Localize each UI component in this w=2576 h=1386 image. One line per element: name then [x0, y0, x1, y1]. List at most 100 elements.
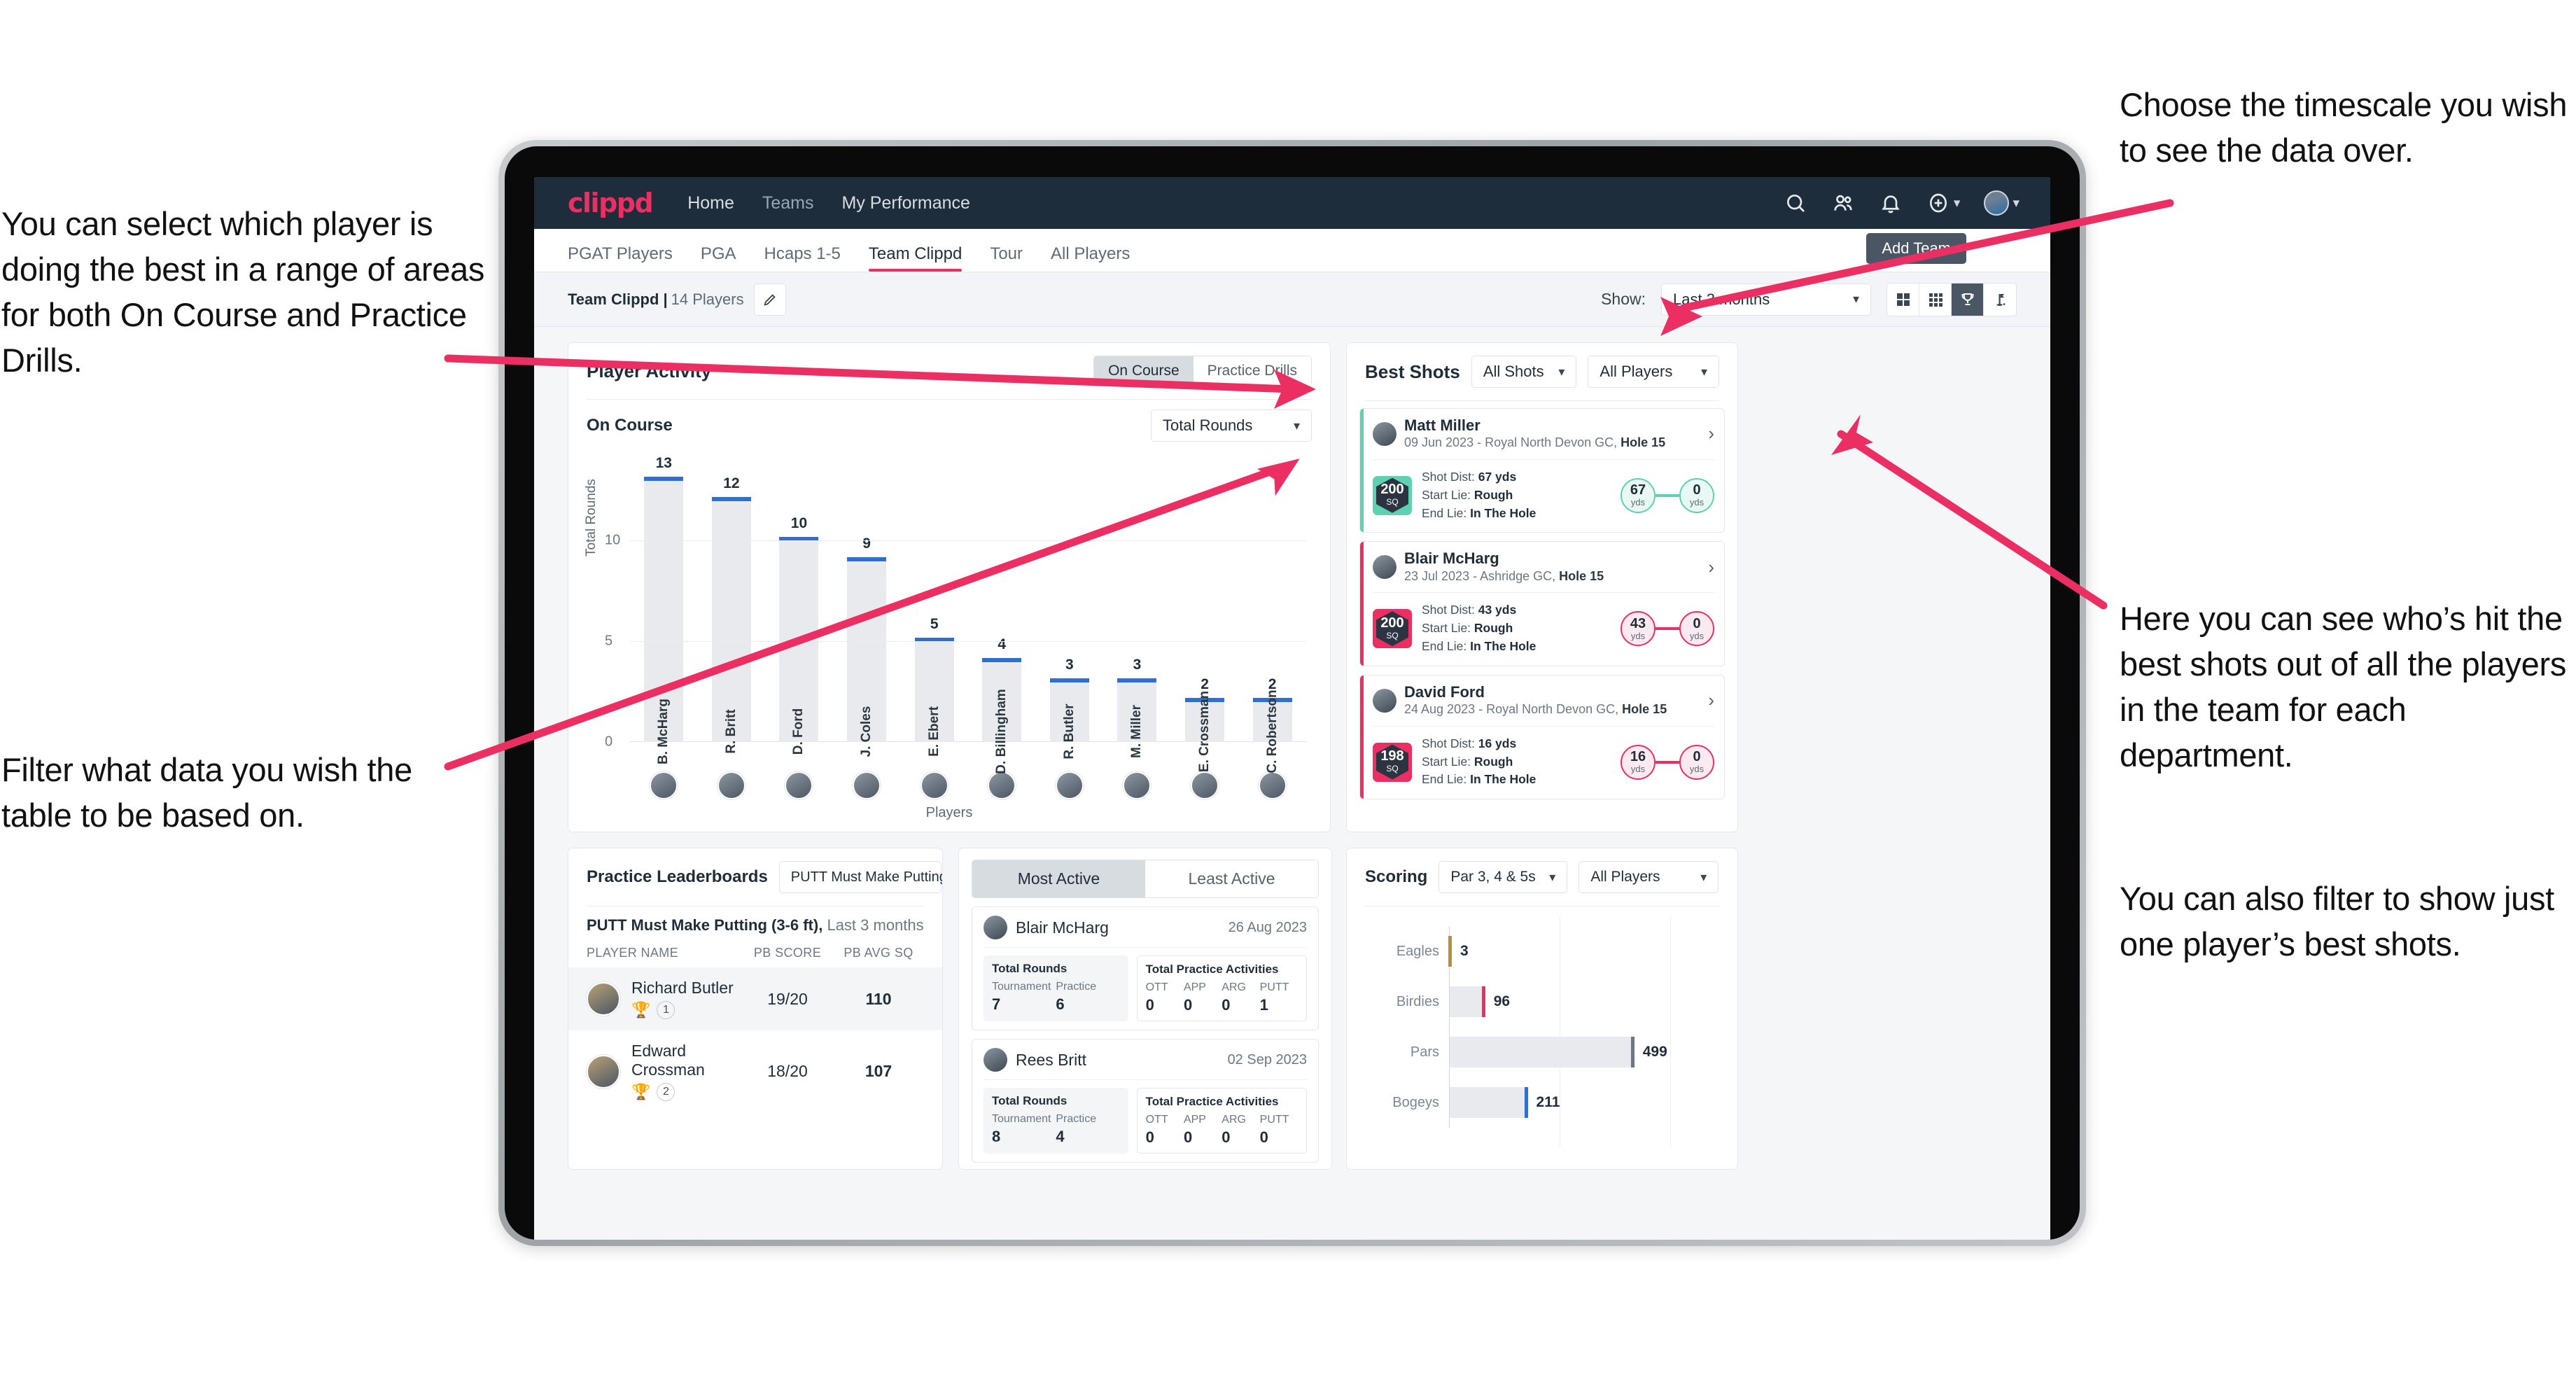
- bar-column[interactable]: 5 E. Ebert: [900, 460, 968, 757]
- toggle-practice-drills[interactable]: Practice Drills: [1193, 356, 1311, 386]
- player-avatar[interactable]: [1055, 771, 1084, 799]
- tab-all-players[interactable]: All Players: [1051, 244, 1130, 272]
- tab-pgat-players[interactable]: PGAT Players: [568, 244, 673, 272]
- bar-column[interactable]: 4 D. Billingham: [968, 460, 1036, 774]
- metric-value: 6: [1056, 995, 1065, 1013]
- nav-link-my-performance[interactable]: My Performance: [842, 193, 970, 214]
- bar[interactable]: R. Britt: [711, 496, 751, 754]
- best-shot-card[interactable]: Matt Miller 09 Jun 2023 - Royal North Dev…: [1359, 408, 1725, 533]
- scoring-bar[interactable]: [1450, 1087, 1528, 1118]
- tab-least-active[interactable]: Least Active: [1145, 860, 1318, 897]
- bottom-left-group: Practice Leaderboards PUTT Must Make Put…: [568, 848, 1332, 1170]
- pencil-icon[interactable]: [753, 283, 786, 316]
- nav-link-home[interactable]: Home: [687, 193, 734, 214]
- add-menu[interactable]: ▾: [1926, 191, 1960, 215]
- avatar[interactable]: [1984, 190, 2010, 216]
- bar[interactable]: J. Coles: [847, 556, 887, 757]
- bar[interactable]: R. Butler: [1049, 678, 1089, 760]
- player-avatar[interactable]: [1123, 771, 1152, 799]
- best-shot-body: 198 SQ Shot Dist: 16 yds Start Lie: Rough En…: [1360, 727, 1724, 799]
- bar-column[interactable]: 13 B. McHarg: [630, 455, 698, 764]
- grid-small-icon[interactable]: [1919, 283, 1952, 316]
- chevron-right-icon[interactable]: ›: [1708, 556, 1714, 578]
- player-avatar[interactable]: [717, 771, 746, 799]
- best-shot-card[interactable]: David Ford 24 Aug 2023 - Royal North Devo…: [1359, 674, 1725, 800]
- player-avatar[interactable]: [853, 771, 881, 799]
- bar-column[interactable]: 9 J. Coles: [833, 460, 901, 757]
- chevron-right-icon[interactable]: ›: [1708, 690, 1714, 711]
- search-icon[interactable]: [1784, 191, 1807, 215]
- show-label: Show:: [1601, 290, 1646, 308]
- bar[interactable]: E. Crossman: [1185, 691, 1225, 772]
- best-shots-player-select[interactable]: All Players ▾: [1588, 356, 1719, 388]
- clippd-logo[interactable]: clippd: [568, 188, 654, 218]
- activity-card: Most Active Least Active Blair McHarg 26 …: [958, 848, 1332, 1170]
- player-avatar[interactable]: [1258, 771, 1287, 799]
- shot-type-value: All Shots: [1483, 363, 1544, 380]
- sq-value: 200: [1380, 482, 1404, 498]
- bar-column[interactable]: 10 D. Ford: [765, 460, 833, 755]
- bar-column[interactable]: 2 C. Robertson: [1238, 460, 1306, 774]
- bar[interactable]: C. Robertson: [1252, 690, 1292, 774]
- scoring-player-select[interactable]: All Players ▾: [1578, 861, 1719, 893]
- golf-flag-icon[interactable]: [1984, 284, 2016, 316]
- scoring-chart: Eagles 3 Birdies 96 Pars 499 Bogeys 211: [1365, 916, 1719, 1147]
- activity-metrics: Total Rounds Tournament 7 Practice 6 Total Pr…: [983, 955, 1307, 1021]
- profile-menu[interactable]: ▾: [1984, 190, 2019, 216]
- player-avatar[interactable]: [785, 771, 813, 799]
- metric-value: 8: [992, 1128, 1001, 1145]
- shot-type-select[interactable]: All Shots ▾: [1471, 356, 1577, 388]
- bar[interactable]: E. Ebert: [914, 638, 954, 757]
- people-icon[interactable]: [1831, 191, 1855, 215]
- bell-icon[interactable]: [1879, 191, 1903, 215]
- bar-column[interactable]: 12 R. Britt: [698, 460, 766, 754]
- table-row[interactable]: Edward Crossman 🏆 2 18/20 107: [568, 1030, 942, 1112]
- bar-column[interactable]: 3 R. Butler: [1036, 460, 1104, 760]
- scoring-bar-area: 211: [1449, 1077, 1719, 1128]
- nav-link-teams[interactable]: Teams: [762, 193, 814, 214]
- metric-select[interactable]: Total Rounds ▾: [1151, 410, 1312, 442]
- tab-tour[interactable]: Tour: [990, 244, 1023, 272]
- player-avatar[interactable]: [650, 771, 678, 799]
- player-avatar[interactable]: [1191, 771, 1219, 799]
- scoring-bar[interactable]: [1450, 986, 1485, 1017]
- shot-end-distance: 0 yds: [1679, 477, 1714, 513]
- chevron-right-icon[interactable]: ›: [1708, 423, 1714, 444]
- tab-hcaps-1-5[interactable]: Hcaps 1-5: [764, 244, 841, 272]
- metric-value: 4: [1056, 1128, 1065, 1145]
- on-course-label: On Course: [587, 416, 673, 435]
- toggle-on-course[interactable]: On Course: [1094, 356, 1194, 386]
- drill-select[interactable]: PUTT Must Make Putting ... ▾: [778, 861, 942, 893]
- activity-card-item[interactable]: Rees Britt 02 Sep 2023 Total Rounds Tournam…: [972, 1039, 1319, 1163]
- tab-most-active[interactable]: Most Active: [972, 860, 1145, 897]
- best-shot-card[interactable]: Blair McHarg 23 Jul 2023 - Ashridge GC, H…: [1359, 541, 1725, 666]
- chevron-down-icon: ▾: [1558, 364, 1565, 379]
- activity-card-item[interactable]: Blair McHarg 26 Aug 2023 Total Rounds Tourn…: [972, 906, 1319, 1030]
- bar[interactable]: D. Billingham: [982, 657, 1022, 774]
- team-name: Team Clippd |: [568, 290, 668, 308]
- scoring-category-label: Bogeys: [1392, 1094, 1439, 1110]
- add-team-button[interactable]: Add Team: [1866, 233, 1966, 264]
- par-filter-select[interactable]: Par 3, 4 & 5s ▾: [1438, 861, 1568, 893]
- timescale-select[interactable]: Last 3 months ▾: [1661, 283, 1871, 316]
- bar-column[interactable]: 3 M. Miller: [1103, 460, 1171, 758]
- plus-circle-icon[interactable]: [1926, 191, 1950, 215]
- bar[interactable]: M. Miller: [1117, 678, 1157, 758]
- player-avatar[interactable]: [920, 771, 948, 799]
- shot-end-distance: 0 yds: [1679, 611, 1714, 647]
- player-name: Blair McHarg: [1016, 918, 1109, 937]
- tab-pga[interactable]: PGA: [701, 244, 736, 272]
- chevron-down-icon: ▾: [1293, 418, 1300, 433]
- tab-team-clippd[interactable]: Team Clippd: [868, 244, 962, 272]
- scoring-bar[interactable]: [1450, 1037, 1634, 1068]
- trophy-icon[interactable]: [1952, 283, 1984, 316]
- bar[interactable]: B. McHarg: [644, 476, 684, 764]
- metric-value: 0: [1183, 996, 1193, 1014]
- player-avatar[interactable]: [988, 771, 1016, 799]
- grid-large-icon[interactable]: [1887, 283, 1919, 316]
- best-shot-header: David Ford 24 Aug 2023 - Royal North Devo…: [1360, 676, 1724, 726]
- scoring-bar[interactable]: [1448, 936, 1452, 967]
- team-chip: Team Clippd | 14 Players: [568, 283, 786, 316]
- table-row[interactable]: Richard Butler 🏆 1 19/20 110: [568, 967, 942, 1030]
- bar-column[interactable]: 2 E. Crossman: [1171, 460, 1239, 772]
